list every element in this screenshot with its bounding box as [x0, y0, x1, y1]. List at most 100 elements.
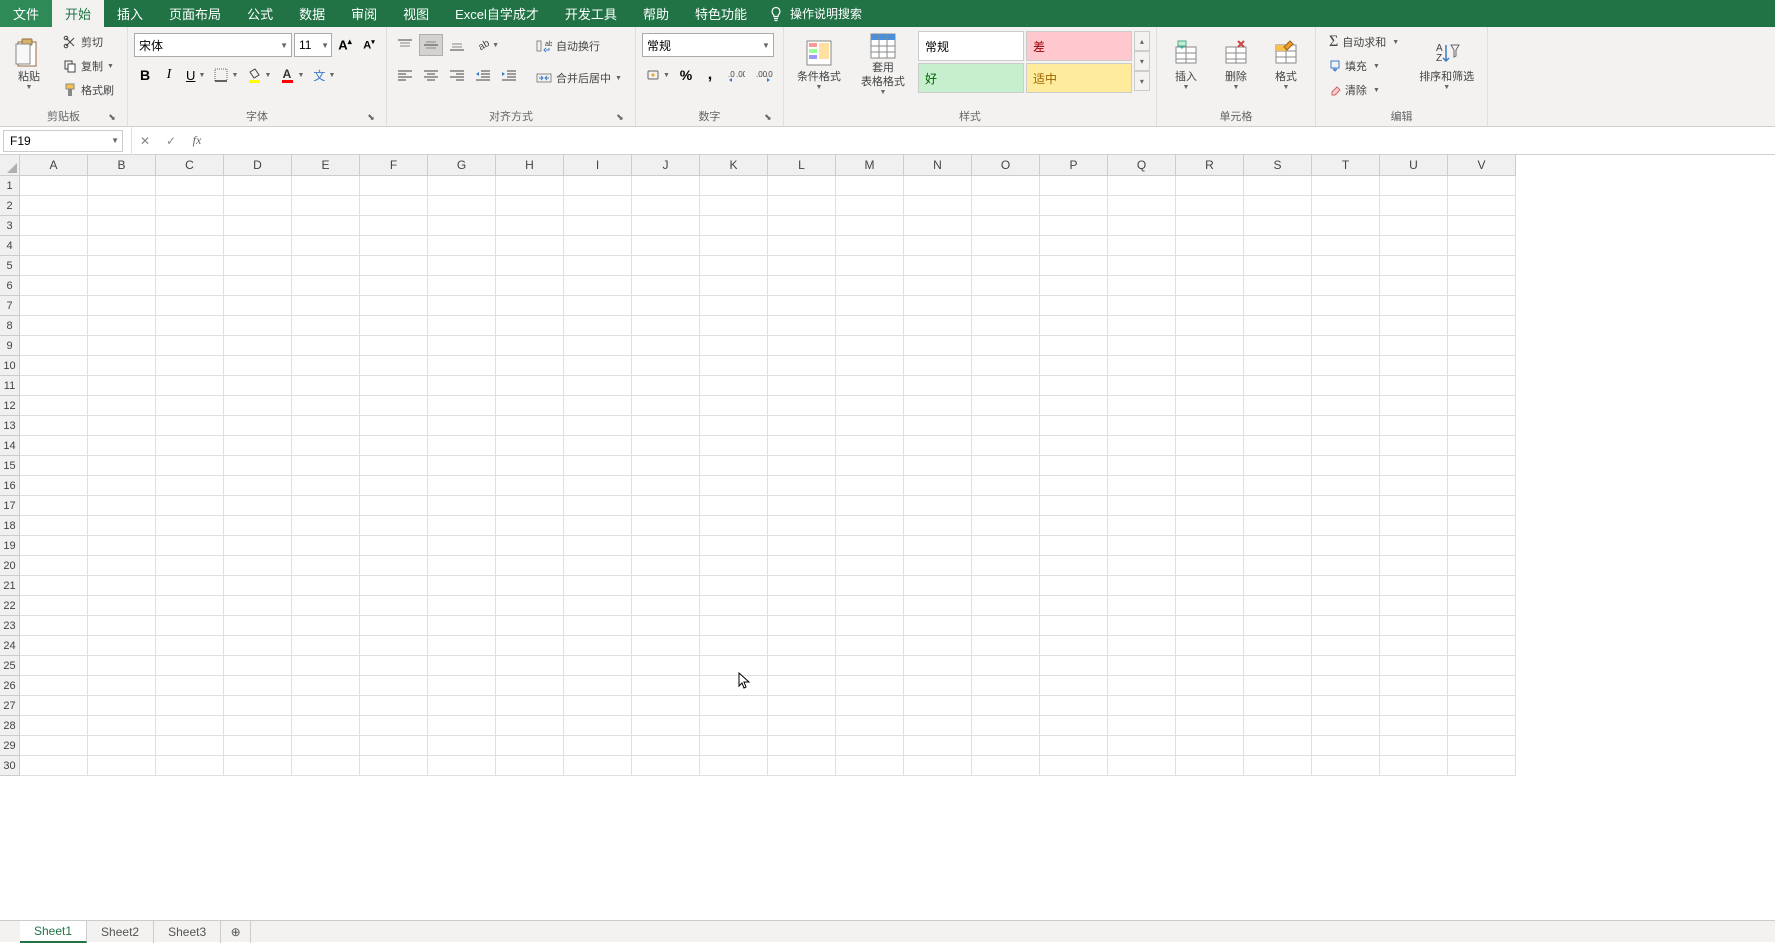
cell-F18[interactable] — [360, 516, 428, 536]
cell-Q30[interactable] — [1108, 756, 1176, 776]
cell-D30[interactable] — [224, 756, 292, 776]
cell-A23[interactable] — [20, 616, 88, 636]
cell-U22[interactable] — [1380, 596, 1448, 616]
cell-I4[interactable] — [564, 236, 632, 256]
format-painter-button[interactable]: 格式刷 — [56, 79, 121, 101]
cell-N19[interactable] — [904, 536, 972, 556]
cell-N14[interactable] — [904, 436, 972, 456]
tell-me-search[interactable]: 操作说明搜索 — [768, 5, 862, 22]
cell-P13[interactable] — [1040, 416, 1108, 436]
cell-R3[interactable] — [1176, 216, 1244, 236]
cell-H25[interactable] — [496, 656, 564, 676]
menu-insert[interactable]: 插入 — [104, 0, 156, 27]
cell-J22[interactable] — [632, 596, 700, 616]
cell-V20[interactable] — [1448, 556, 1516, 576]
paste-button[interactable]: 粘贴 ▼ — [6, 31, 52, 97]
cell-H12[interactable] — [496, 396, 564, 416]
column-header-I[interactable]: I — [564, 155, 632, 176]
row-header-4[interactable]: 4 — [0, 236, 20, 256]
cell-M20[interactable] — [836, 556, 904, 576]
cell-H14[interactable] — [496, 436, 564, 456]
cell-K23[interactable] — [700, 616, 768, 636]
cell-I10[interactable] — [564, 356, 632, 376]
cell-S18[interactable] — [1244, 516, 1312, 536]
cell-P3[interactable] — [1040, 216, 1108, 236]
cell-K29[interactable] — [700, 736, 768, 756]
increase-indent-button[interactable] — [497, 64, 521, 86]
cell-H8[interactable] — [496, 316, 564, 336]
align-left-button[interactable] — [393, 64, 417, 86]
cell-C29[interactable] — [156, 736, 224, 756]
cell-S3[interactable] — [1244, 216, 1312, 236]
cell-C8[interactable] — [156, 316, 224, 336]
cell-C16[interactable] — [156, 476, 224, 496]
select-all-corner[interactable] — [0, 155, 20, 176]
row-header-26[interactable]: 26 — [0, 676, 20, 696]
cell-Q21[interactable] — [1108, 576, 1176, 596]
cell-G23[interactable] — [428, 616, 496, 636]
cell-K4[interactable] — [700, 236, 768, 256]
cut-button[interactable]: 剪切 — [56, 31, 121, 53]
font-color-button[interactable]: A▼ — [276, 64, 307, 86]
cell-S27[interactable] — [1244, 696, 1312, 716]
cell-F4[interactable] — [360, 236, 428, 256]
cell-K30[interactable] — [700, 756, 768, 776]
cell-style-neutral[interactable]: 适中 — [1026, 63, 1132, 93]
row-header-14[interactable]: 14 — [0, 436, 20, 456]
cell-U19[interactable] — [1380, 536, 1448, 556]
cell-M5[interactable] — [836, 256, 904, 276]
cell-D26[interactable] — [224, 676, 292, 696]
cell-S15[interactable] — [1244, 456, 1312, 476]
cell-V26[interactable] — [1448, 676, 1516, 696]
cell-F3[interactable] — [360, 216, 428, 236]
cell-I29[interactable] — [564, 736, 632, 756]
row-header-29[interactable]: 29 — [0, 736, 20, 756]
cell-S20[interactable] — [1244, 556, 1312, 576]
cell-L4[interactable] — [768, 236, 836, 256]
cell-D18[interactable] — [224, 516, 292, 536]
decrease-indent-button[interactable] — [471, 64, 495, 86]
cell-C6[interactable] — [156, 276, 224, 296]
cell-G6[interactable] — [428, 276, 496, 296]
cell-U3[interactable] — [1380, 216, 1448, 236]
cell-K8[interactable] — [700, 316, 768, 336]
cell-K1[interactable] — [700, 176, 768, 196]
cell-T28[interactable] — [1312, 716, 1380, 736]
cell-M22[interactable] — [836, 596, 904, 616]
cell-N29[interactable] — [904, 736, 972, 756]
cell-F20[interactable] — [360, 556, 428, 576]
column-header-S[interactable]: S — [1244, 155, 1312, 176]
delete-cells-button[interactable]: 删除 ▼ — [1213, 31, 1259, 97]
cell-D20[interactable] — [224, 556, 292, 576]
cell-R25[interactable] — [1176, 656, 1244, 676]
cell-A4[interactable] — [20, 236, 88, 256]
cell-B29[interactable] — [88, 736, 156, 756]
cell-P20[interactable] — [1040, 556, 1108, 576]
cell-C20[interactable] — [156, 556, 224, 576]
column-header-V[interactable]: V — [1448, 155, 1516, 176]
cell-S12[interactable] — [1244, 396, 1312, 416]
cell-U29[interactable] — [1380, 736, 1448, 756]
cell-R13[interactable] — [1176, 416, 1244, 436]
cell-D4[interactable] — [224, 236, 292, 256]
cell-N5[interactable] — [904, 256, 972, 276]
sheet-tab-2[interactable]: Sheet2 — [87, 921, 154, 943]
cell-T10[interactable] — [1312, 356, 1380, 376]
cell-I18[interactable] — [564, 516, 632, 536]
cell-F7[interactable] — [360, 296, 428, 316]
cell-T7[interactable] — [1312, 296, 1380, 316]
cell-R21[interactable] — [1176, 576, 1244, 596]
wrap-text-button[interactable]: ab 自动换行 — [529, 31, 629, 61]
cell-U30[interactable] — [1380, 756, 1448, 776]
cell-J14[interactable] — [632, 436, 700, 456]
cell-K10[interactable] — [700, 356, 768, 376]
cell-L14[interactable] — [768, 436, 836, 456]
cell-H4[interactable] — [496, 236, 564, 256]
cell-Q12[interactable] — [1108, 396, 1176, 416]
italic-button[interactable]: I — [158, 64, 180, 86]
cell-T6[interactable] — [1312, 276, 1380, 296]
cell-E25[interactable] — [292, 656, 360, 676]
column-header-N[interactable]: N — [904, 155, 972, 176]
enter-formula-button[interactable]: ✓ — [158, 130, 184, 152]
cell-P10[interactable] — [1040, 356, 1108, 376]
